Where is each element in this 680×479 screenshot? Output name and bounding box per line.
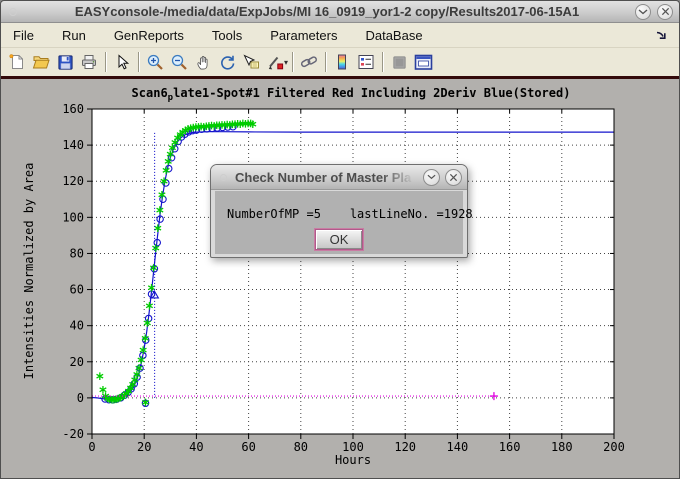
open-folder-icon[interactable] <box>29 50 53 74</box>
toolbar-separator <box>105 52 106 72</box>
dialog-close-button[interactable] <box>445 169 462 186</box>
dialog-check-number-of-master-plates: Check Number of Master Pla NumberOfMP =5… <box>210 164 468 258</box>
legend-icon[interactable] <box>354 50 378 74</box>
menu-item-genreports[interactable]: GenReports <box>112 26 186 45</box>
svg-text:160: 160 <box>499 440 521 454</box>
svg-text:100: 100 <box>62 210 84 224</box>
data-cursor-icon[interactable] <box>239 50 263 74</box>
menu-item-parameters[interactable]: Parameters <box>268 26 339 45</box>
chevron-down-icon <box>638 9 648 15</box>
menu-item-run[interactable]: Run <box>60 26 88 45</box>
dialog-title: Check Number of Master Pla <box>235 170 418 185</box>
plot-title-pre: Scan6 <box>132 86 168 100</box>
svg-text:20: 20 <box>137 440 151 454</box>
window-title: EASYconsole-/media/data/ExpJobs/MI 16_09… <box>25 4 629 19</box>
plot-canvas[interactable]: 0 20 40 60 80 100 120 140 160 180 200 -20 0 20 40 60 80 1… <box>1 79 680 479</box>
figure-area: 0 20 40 60 80 100 120 140 160 180 200 -20 0 20 40 60 80 1… <box>1 79 679 479</box>
dock-arrow-icon[interactable] <box>655 29 667 44</box>
link-plots-icon[interactable] <box>297 50 321 74</box>
svg-text:20: 20 <box>70 355 84 369</box>
svg-text:80: 80 <box>70 246 84 260</box>
close-icon <box>661 7 670 16</box>
brush-dropdown-caret-icon[interactable]: ▾ <box>284 58 288 67</box>
menu-item-tools[interactable]: Tools <box>210 26 244 45</box>
svg-text:120: 120 <box>62 174 84 188</box>
zoom-in-icon[interactable] <box>143 50 167 74</box>
svg-text:140: 140 <box>447 440 469 454</box>
svg-text:40: 40 <box>70 319 84 333</box>
toolbar-separator <box>325 52 326 72</box>
svg-text:80: 80 <box>294 440 308 454</box>
window-titlebar[interactable]: EASYconsole-/media/data/ExpJobs/MI 16_09… <box>1 1 679 23</box>
svg-text:60: 60 <box>70 283 84 297</box>
menu-item-database[interactable]: DataBase <box>363 26 424 45</box>
svg-text:100: 100 <box>342 440 364 454</box>
ok-button[interactable]: OK <box>315 229 363 250</box>
y-axis-label: Intensities Normalized by Area <box>22 163 36 380</box>
plot-tools-disabled-icon[interactable] <box>387 50 411 74</box>
plot-title: Scan6plate1-Spot#1 Filtered Red Includin… <box>132 86 571 103</box>
svg-text:0: 0 <box>77 391 84 405</box>
svg-text:0: 0 <box>88 440 95 454</box>
figure-window: EASYconsole-/media/data/ExpJobs/MI 16_09… <box>0 0 680 479</box>
svg-text:60: 60 <box>241 440 255 454</box>
svg-text:160: 160 <box>62 102 84 116</box>
svg-text:40: 40 <box>189 440 203 454</box>
rotate-3d-icon[interactable] <box>215 50 239 74</box>
colorbar-icon[interactable] <box>330 50 354 74</box>
dialog-minimize-button[interactable] <box>423 169 440 186</box>
new-document-icon[interactable] <box>5 50 29 74</box>
dialog-window-icon <box>220 174 227 181</box>
x-axis-label: Hours <box>335 453 371 467</box>
toolbar: ▾ <box>1 48 679 76</box>
cursor-arrow-icon[interactable] <box>110 50 134 74</box>
close-icon <box>449 173 458 182</box>
dock-figure-icon[interactable] <box>411 50 435 74</box>
dialog-body: NumberOfMP =5 lastLineNo. =1928 OK <box>215 191 463 254</box>
close-button[interactable] <box>657 4 673 20</box>
svg-text:200: 200 <box>603 440 625 454</box>
minimize-button[interactable] <box>635 4 651 20</box>
dialog-titlebar[interactable]: Check Number of Master Pla <box>211 165 467 190</box>
svg-text:180: 180 <box>551 440 573 454</box>
toolbar-separator <box>138 52 139 72</box>
svg-text:120: 120 <box>394 440 416 454</box>
toolbar-separator <box>382 52 383 72</box>
toolbar-separator <box>292 52 293 72</box>
dialog-message: NumberOfMP =5 lastLineNo. =1928 <box>227 207 473 221</box>
svg-text:140: 140 <box>62 138 84 152</box>
chevron-down-icon <box>427 174 436 180</box>
save-icon[interactable] <box>53 50 77 74</box>
zoom-out-icon[interactable] <box>167 50 191 74</box>
pan-hand-icon[interactable] <box>191 50 215 74</box>
plot-title-post: late1-Spot#1 Filtered Red Including 2Der… <box>173 86 570 100</box>
window-icon <box>9 8 17 16</box>
menu-bar: File Run GenReports Tools Parameters Dat… <box>1 23 679 48</box>
svg-text:-20: -20 <box>62 427 84 441</box>
print-icon[interactable] <box>77 50 101 74</box>
menu-item-file[interactable]: File <box>11 26 36 45</box>
